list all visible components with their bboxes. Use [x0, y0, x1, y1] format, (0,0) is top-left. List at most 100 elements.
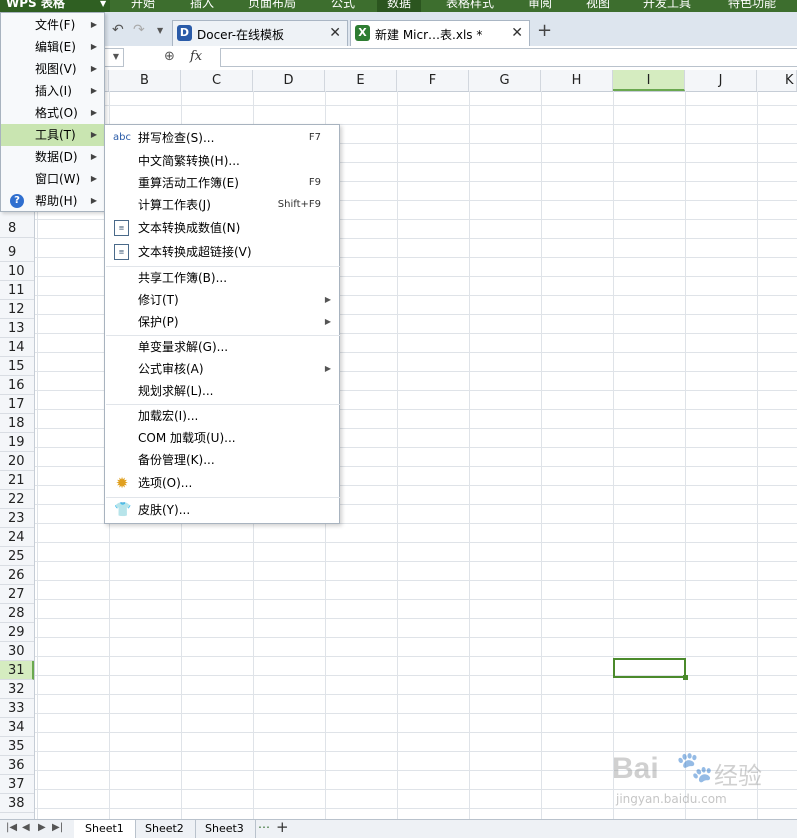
row-header[interactable]: 14 — [0, 338, 34, 357]
menu-item-calc-sheet[interactable]: 计算工作表(J) Shift+F9 — [105, 194, 339, 216]
menu-item-data[interactable]: 数据(D) ▶ — [1, 146, 104, 168]
menu-item-help[interactable]: ? 帮助(H) ▶ — [1, 190, 104, 212]
row-header[interactable]: 38 — [0, 794, 34, 813]
column-header-h[interactable]: H — [541, 70, 613, 91]
ribbon-tab-developer[interactable]: 开发工具 — [643, 0, 691, 12]
chevron-down-icon[interactable]: ▼ — [157, 26, 163, 35]
row-header[interactable]: 26 — [0, 566, 34, 585]
menu-item-options[interactable]: ✹ 选项(O)... — [105, 472, 339, 494]
close-icon[interactable]: ✕ — [329, 25, 341, 41]
wps-app-menu-button[interactable]: WPS 表格 ▼ — [0, 0, 110, 12]
row-header[interactable]: 18 — [0, 414, 34, 433]
row-header[interactable]: 19 — [0, 433, 34, 452]
menu-item-revisions[interactable]: 修订(T) ▶ — [105, 289, 339, 311]
add-sheet-plus-icon[interactable]: + — [276, 818, 289, 836]
row-header-selected[interactable]: 31 — [0, 661, 34, 680]
chevron-down-icon[interactable]: ▼ — [113, 52, 119, 61]
row-header[interactable]: 37 — [0, 775, 34, 794]
zoom-search-icon[interactable]: ⊕ — [164, 49, 175, 64]
menu-item-backup-manager[interactable]: 备份管理(K)... — [105, 449, 339, 471]
row-header[interactable]: 16 — [0, 376, 34, 395]
column-header-e[interactable]: E — [325, 70, 397, 91]
column-header-g[interactable]: G — [469, 70, 541, 91]
active-cell[interactable] — [613, 658, 688, 680]
ribbon-tab-insert[interactable]: 插入 — [190, 0, 214, 12]
menu-item-formula-auditing[interactable]: 公式审核(A) ▶ — [105, 358, 339, 380]
menu-item-goal-seek[interactable]: 单变量求解(G)... — [105, 336, 339, 358]
menu-item-spell-check[interactable]: abc 拼写检查(S)... F7 — [105, 127, 339, 149]
menu-item-recalc-workbook[interactable]: 重算活动工作簿(E) F9 — [105, 172, 339, 194]
ribbon-tab-home[interactable]: 开始 — [131, 0, 155, 12]
next-sheet-icon[interactable]: ▶ — [38, 822, 46, 833]
menu-item-chinese-conversion[interactable]: 中文简繁转换(H)... — [105, 150, 339, 172]
ribbon-tab-view[interactable]: 视图 — [586, 0, 610, 12]
menu-item-text-to-number[interactable]: ≡ 文本转换成数值(N) — [105, 217, 339, 239]
menu-item-edit[interactable]: 编辑(E) ▶ — [1, 36, 104, 58]
ribbon-tab-special[interactable]: 特色功能 — [728, 0, 776, 12]
fx-insert-function-button[interactable]: fx — [190, 49, 202, 64]
row-header[interactable]: 28 — [0, 604, 34, 623]
new-tab-plus-icon[interactable]: + — [537, 20, 552, 41]
row-header[interactable]: 21 — [0, 471, 34, 490]
row-header[interactable]: 22 — [0, 490, 34, 509]
menu-item-window[interactable]: 窗口(W) ▶ — [1, 168, 104, 190]
last-sheet-icon[interactable]: ▶| — [52, 822, 63, 833]
row-header[interactable]: 24 — [0, 528, 34, 547]
row-header[interactable]: 34 — [0, 718, 34, 737]
ribbon-tab-table-style[interactable]: 表格样式 — [446, 0, 494, 12]
column-header-d[interactable]: D — [253, 70, 325, 91]
row-header[interactable]: 13 — [0, 319, 34, 338]
redo-icon[interactable]: ↷ — [133, 22, 145, 38]
row-header[interactable]: 30 — [0, 642, 34, 661]
row-header[interactable]: 8 — [0, 219, 34, 238]
menu-item-skin[interactable]: 👕 皮肤(Y)... — [105, 499, 339, 521]
menu-item-solver[interactable]: 规划求解(L)... — [105, 380, 339, 402]
menu-item-text-to-hyperlink[interactable]: ≡ 文本转换成超链接(V) — [105, 241, 339, 263]
column-header-f[interactable]: F — [397, 70, 469, 91]
row-header[interactable]: 32 — [0, 680, 34, 699]
row-header[interactable]: 33 — [0, 699, 34, 718]
row-header[interactable]: 23 — [0, 509, 34, 528]
row-header[interactable]: 29 — [0, 623, 34, 642]
undo-icon[interactable]: ↶ — [112, 22, 124, 38]
menu-item-file[interactable]: 文件(F) ▶ — [1, 14, 104, 36]
column-header-j[interactable]: J — [685, 70, 757, 91]
row-header[interactable]: 36 — [0, 756, 34, 775]
row-header[interactable]: 9 — [0, 243, 34, 262]
prev-sheet-icon[interactable]: ◀ — [22, 822, 30, 833]
menu-item-tools[interactable]: 工具(T) ▶ — [1, 124, 104, 146]
menu-item-protect[interactable]: 保护(P) ▶ — [105, 311, 339, 333]
ribbon-tab-formulas[interactable]: 公式 — [331, 0, 355, 12]
tab-workbook[interactable]: X 新建 Micr…表.xls * ✕ — [350, 20, 530, 46]
row-header[interactable]: 12 — [0, 300, 34, 319]
row-header[interactable]: 17 — [0, 395, 34, 414]
sheet-tab-3[interactable]: Sheet3 — [194, 820, 256, 838]
menu-item-insert[interactable]: 插入(I) ▶ — [1, 80, 104, 102]
row-header[interactable]: 15 — [0, 357, 34, 376]
column-header-b[interactable]: B — [109, 70, 181, 91]
row-header[interactable]: 35 — [0, 737, 34, 756]
column-header-i[interactable]: I — [613, 70, 685, 91]
column-header-c[interactable]: C — [181, 70, 253, 91]
menu-item-com-addins[interactable]: COM 加载项(U)... — [105, 427, 339, 449]
row-header[interactable]: 10 — [0, 262, 34, 281]
ribbon-tab-page-layout[interactable]: 页面布局 — [248, 0, 296, 12]
menu-item-view[interactable]: 视图(V) ▶ — [1, 58, 104, 80]
row-header[interactable]: 27 — [0, 585, 34, 604]
menu-item-share-workbook[interactable]: 共享工作簿(B)... — [105, 267, 339, 289]
row-header[interactable]: 20 — [0, 452, 34, 471]
row-header[interactable]: 11 — [0, 281, 34, 300]
menu-item-addins[interactable]: 加载宏(I)... — [105, 405, 339, 427]
first-sheet-icon[interactable]: |◀ — [6, 822, 17, 833]
sheet-tab-1[interactable]: Sheet1 — [74, 820, 136, 838]
ribbon-tab-data[interactable]: 数据 — [377, 0, 422, 12]
sheet-tab-2[interactable]: Sheet2 — [134, 820, 196, 838]
tab-docer-templates[interactable]: D Docer-在线模板 ✕ — [172, 20, 348, 46]
column-header-k[interactable]: K — [757, 70, 797, 91]
more-sheets-icon[interactable]: ⋯ — [258, 820, 270, 834]
row-header[interactable]: 25 — [0, 547, 34, 566]
formula-input[interactable] — [220, 48, 797, 67]
ribbon-tab-review[interactable]: 审阅 — [528, 0, 552, 12]
close-icon[interactable]: ✕ — [511, 25, 523, 41]
menu-item-format[interactable]: 格式(O) ▶ — [1, 102, 104, 124]
